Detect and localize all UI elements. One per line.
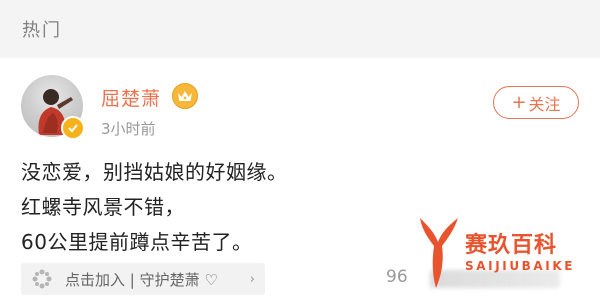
fan-club-bar[interactable]: 点击加入 | 守护楚萧 ♡ › (21, 263, 265, 295)
interaction-count: 96 (386, 267, 408, 287)
plus-icon: + (511, 92, 527, 113)
follow-button[interactable]: + 关注 (493, 86, 579, 119)
post-text-line: 红螺寺风景不错， (21, 195, 185, 219)
watermark-logo-icon (414, 212, 464, 296)
post-text-line: 没恋爱，别挡姑娘的好姻缘。 (21, 160, 288, 184)
watermark-subtitle: SAIJIUBAIKE (465, 259, 576, 273)
post-text-line: 60公里提前蹲点辛苦了。 (21, 230, 253, 254)
section-title: 热门 (22, 20, 62, 41)
verified-badge-icon (61, 116, 85, 140)
crown-icon[interactable] (172, 83, 198, 109)
follow-label: 关注 (528, 94, 561, 114)
chevron-right-icon: › (249, 271, 255, 287)
username[interactable]: 屈楚萧 (101, 84, 161, 111)
section-header: 热门 (0, 0, 600, 58)
fan-club-label: 点击加入 | 守护楚萧 ♡ (65, 270, 218, 289)
post-time[interactable]: 3小时前 (101, 118, 156, 139)
watermark-title: 赛玖百科 (465, 233, 558, 258)
fan-club-icon (29, 266, 55, 292)
